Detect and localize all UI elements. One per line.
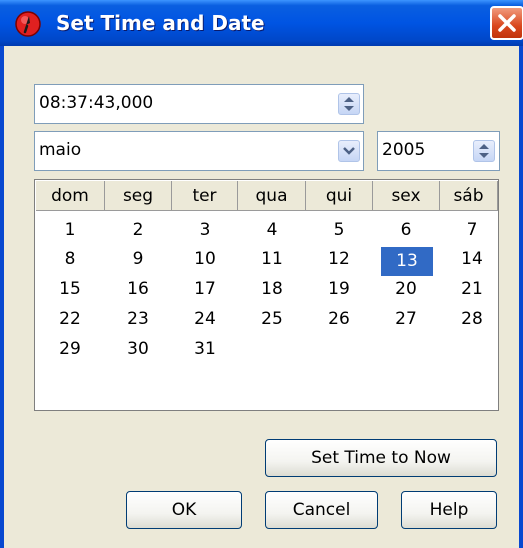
- set-time-date-dialog: Set Time and Date 08:37:43,000 maio 2005: [0, 0, 523, 548]
- up-down-arrows-icon: [344, 97, 354, 111]
- chevron-down-icon: [343, 147, 355, 155]
- calendar-day[interactable]: 8: [50, 245, 90, 274]
- calendar-day[interactable]: 6: [386, 216, 426, 245]
- calendar-day[interactable]: 5: [319, 216, 359, 245]
- calendar-day[interactable]: 4: [252, 216, 292, 245]
- calendar-day[interactable]: 15: [50, 275, 90, 304]
- calendar-day[interactable]: 1: [50, 216, 90, 245]
- calendar-day[interactable]: 31: [185, 335, 225, 364]
- calendar-day[interactable]: 29: [50, 335, 90, 364]
- year-value: 2005: [382, 140, 426, 160]
- cancel-button[interactable]: Cancel: [265, 491, 378, 529]
- calendar-day[interactable]: 21: [452, 275, 492, 304]
- weekday-header: seg: [105, 181, 172, 211]
- calendar-day[interactable]: 17: [185, 275, 225, 304]
- set-time-to-now-button[interactable]: Set Time to Now: [265, 439, 497, 477]
- title-bar[interactable]: Set Time and Date: [0, 0, 523, 46]
- calendar-day[interactable]: 30: [118, 335, 158, 364]
- calendar-day[interactable]: 10: [185, 245, 225, 274]
- calendar-day[interactable]: 22: [50, 305, 90, 334]
- weekday-header: dom: [36, 181, 105, 211]
- year-spinner-arrows[interactable]: [473, 140, 495, 162]
- weekday-header: sáb: [440, 181, 498, 211]
- calendar-day[interactable]: 7: [452, 216, 492, 245]
- calendar-day[interactable]: 11: [252, 245, 292, 274]
- calendar-day[interactable]: 20: [386, 275, 426, 304]
- calendar-day[interactable]: 9: [118, 245, 158, 274]
- year-spinner[interactable]: 2005: [377, 131, 500, 171]
- calendar-day[interactable]: 18: [252, 275, 292, 304]
- weekday-header: qui: [306, 181, 373, 211]
- month-dropdown[interactable]: maio: [34, 131, 364, 171]
- time-spinner-arrows[interactable]: [338, 93, 360, 115]
- month-dropdown-button[interactable]: [338, 140, 360, 162]
- month-value: maio: [39, 140, 82, 160]
- calendar-day[interactable]: 16: [118, 275, 158, 304]
- red-clock-icon: [15, 11, 41, 37]
- window-border-left: [0, 46, 4, 548]
- calendar-day[interactable]: 28: [452, 305, 492, 334]
- help-button[interactable]: Help: [401, 491, 497, 529]
- weekday-header: ter: [172, 181, 238, 211]
- calendar-day-selected[interactable]: 13: [381, 247, 433, 276]
- calendar-day[interactable]: 26: [319, 305, 359, 334]
- weekday-header: qua: [238, 181, 306, 211]
- calendar-day[interactable]: 3: [185, 216, 225, 245]
- close-button[interactable]: [490, 6, 523, 40]
- calendar-day[interactable]: 14: [452, 245, 492, 274]
- calendar-day[interactable]: 19: [319, 275, 359, 304]
- window-title: Set Time and Date: [56, 11, 265, 35]
- calendar-day[interactable]: 24: [185, 305, 225, 334]
- close-icon: [498, 14, 516, 32]
- ok-button[interactable]: OK: [126, 491, 242, 529]
- calendar-day[interactable]: 25: [252, 305, 292, 334]
- calendar-day[interactable]: 2: [118, 216, 158, 245]
- calendar-grid: dom seg ter qua qui sex sáb 1 2 3 4 5 6 …: [34, 179, 499, 411]
- calendar-day[interactable]: 12: [319, 245, 359, 274]
- up-down-arrows-icon: [479, 144, 489, 158]
- window-border-right: [519, 46, 523, 548]
- time-value: 08:37:43,000: [39, 93, 154, 113]
- calendar-day[interactable]: 27: [386, 305, 426, 334]
- calendar-day[interactable]: 23: [118, 305, 158, 334]
- time-spinner[interactable]: 08:37:43,000: [34, 84, 364, 124]
- weekday-header: sex: [373, 181, 440, 211]
